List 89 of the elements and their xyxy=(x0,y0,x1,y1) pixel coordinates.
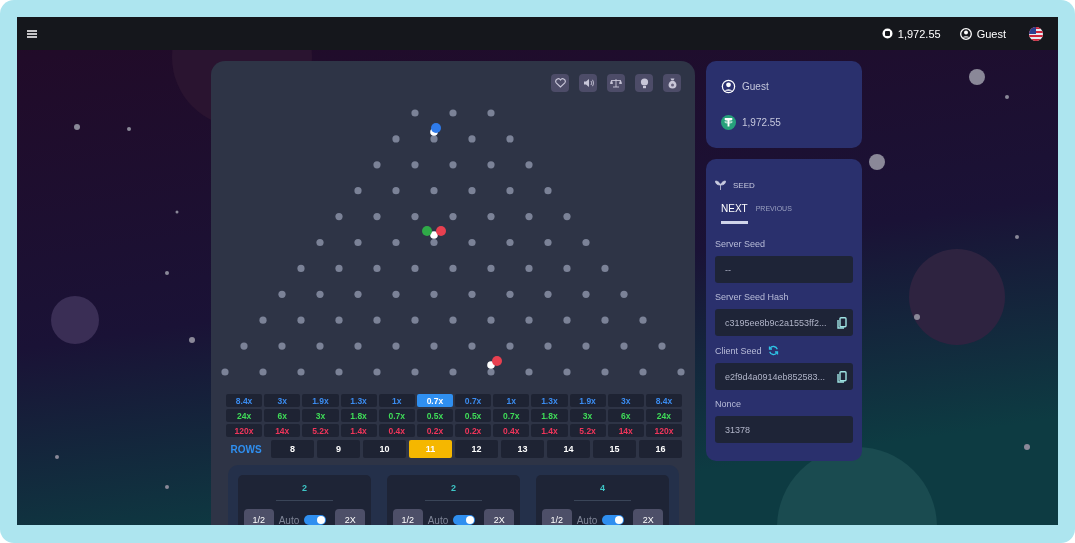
multiplier-cell: 3x xyxy=(569,409,606,422)
copy-icon[interactable] xyxy=(837,316,847,329)
field-label: Nonce xyxy=(715,399,741,409)
sound-icon[interactable] xyxy=(579,74,597,92)
username-text: Guest xyxy=(976,27,1006,40)
multiplier-cell: 1.9x xyxy=(569,394,606,407)
username-text: Guest xyxy=(742,81,769,92)
multiplier-cell: 14x xyxy=(264,424,301,437)
rows-option-button[interactable]: 10 xyxy=(363,440,406,458)
lightbulb-icon[interactable] xyxy=(635,74,653,92)
rows-option-button[interactable]: 8 xyxy=(271,440,314,458)
user-icon[interactable] xyxy=(959,27,972,40)
auto-label: Auto xyxy=(576,514,598,525)
multiplier-cell: 24x xyxy=(645,409,682,422)
seed-tab[interactable]: NEXT xyxy=(721,203,748,224)
half-bet-button[interactable]: 1/2 xyxy=(541,509,572,525)
bet-amount: 2 xyxy=(451,483,456,493)
balance-text: 1,972.55 xyxy=(742,117,781,128)
multiplier-cell: 8.4x xyxy=(645,394,682,407)
rows-option-button[interactable]: 9 xyxy=(317,440,360,458)
multiplier-cell: 0.7x xyxy=(493,409,530,422)
multiplier-cell: 0.4x xyxy=(378,424,415,437)
multiplier-cell: 0.7x xyxy=(455,394,492,407)
flag-icon[interactable] xyxy=(1029,26,1043,41)
multiplier-cell: 0.5x xyxy=(416,409,453,422)
multiplier-cell: 0.4x xyxy=(493,424,530,437)
auto-toggle[interactable] xyxy=(602,515,625,525)
balance-text: 1,972.55 xyxy=(897,27,941,40)
coin-icon xyxy=(881,28,893,39)
auto-toggle[interactable] xyxy=(453,515,476,525)
rows-label: ROWS xyxy=(229,443,263,455)
multiplier-cell: 6x xyxy=(264,409,301,422)
half-bet-button[interactable]: 1/2 xyxy=(243,509,274,525)
multiplier-cell: 14x xyxy=(607,424,644,437)
bet-amount: 4 xyxy=(600,483,605,493)
scales-icon[interactable] xyxy=(607,74,625,92)
bet-amount: 2 xyxy=(302,483,307,493)
rows-option-button[interactable]: 12 xyxy=(455,440,498,458)
field-label: Server Seed Hash xyxy=(715,292,789,302)
multiplier-cell: 5.2x xyxy=(302,424,339,437)
double-bet-button[interactable]: 2X xyxy=(484,509,515,525)
multiplier-cell: 1.3x xyxy=(531,394,568,407)
multiplier-cell: 0.5x xyxy=(455,409,492,422)
seed-field[interactable]: e2f9d4a0914eb852583... xyxy=(715,363,853,390)
multiplier-cell: 3x xyxy=(607,394,644,407)
refresh-icon[interactable] xyxy=(767,345,779,356)
rows-option-button[interactable]: 13 xyxy=(501,440,544,458)
seed-title: SEED xyxy=(733,180,755,190)
multiplier-cell: 3x xyxy=(302,409,339,422)
rows-option-button[interactable]: 15 xyxy=(593,440,636,458)
user-icon xyxy=(721,79,736,94)
copy-icon[interactable] xyxy=(837,370,847,383)
seed-field[interactable]: c3195ee8b9c2a1553ff2... xyxy=(715,309,853,336)
rows-option-button[interactable]: 14 xyxy=(547,440,590,458)
multiplier-cell: 1x xyxy=(378,394,415,407)
seed-field[interactable]: -- xyxy=(715,256,853,283)
multiplier-cell: 1.4x xyxy=(340,424,377,437)
auto-label: Auto xyxy=(427,514,449,525)
multiplier-cell: 8.4x xyxy=(226,394,263,407)
field-label: Server Seed xyxy=(715,239,766,249)
sprout-icon xyxy=(715,180,726,190)
multiplier-cell: 0.2x xyxy=(416,424,453,437)
multiplier-cell: 0.7x xyxy=(416,394,453,407)
multiplier-cell: 1.3x xyxy=(340,394,377,407)
field-label: Client Seed xyxy=(715,345,762,356)
auto-label: Auto xyxy=(278,514,300,525)
multiplier-cell: 24x xyxy=(226,409,263,422)
multiplier-cell: 1.8x xyxy=(531,409,568,422)
menu-icon[interactable] xyxy=(27,29,37,38)
multiplier-cell: 5.2x xyxy=(569,424,606,437)
tether-coin-icon xyxy=(721,115,736,130)
auto-toggle[interactable] xyxy=(304,515,327,525)
multiplier-cell: 120x xyxy=(226,424,263,437)
multiplier-cell: 3x xyxy=(264,394,301,407)
multiplier-cell: 0.7x xyxy=(378,409,415,422)
double-bet-button[interactable]: 2X xyxy=(633,509,664,525)
half-bet-button[interactable]: 1/2 xyxy=(392,509,423,525)
double-bet-button[interactable]: 2X xyxy=(335,509,366,525)
seed-field[interactable]: 31378 xyxy=(715,416,853,443)
multiplier-cell: 120x xyxy=(645,424,682,437)
multiplier-cell: 1x xyxy=(493,394,530,407)
money-bag-icon[interactable] xyxy=(663,74,681,92)
multiplier-cell: 1.8x xyxy=(340,409,377,422)
multiplier-cell: 0.2x xyxy=(455,424,492,437)
multiplier-cell: 6x xyxy=(607,409,644,422)
rows-option-button[interactable]: 16 xyxy=(639,440,682,458)
multiplier-cell: 1.4x xyxy=(531,424,568,437)
multiplier-cell: 1.9x xyxy=(302,394,339,407)
favorite-icon[interactable] xyxy=(551,74,569,92)
